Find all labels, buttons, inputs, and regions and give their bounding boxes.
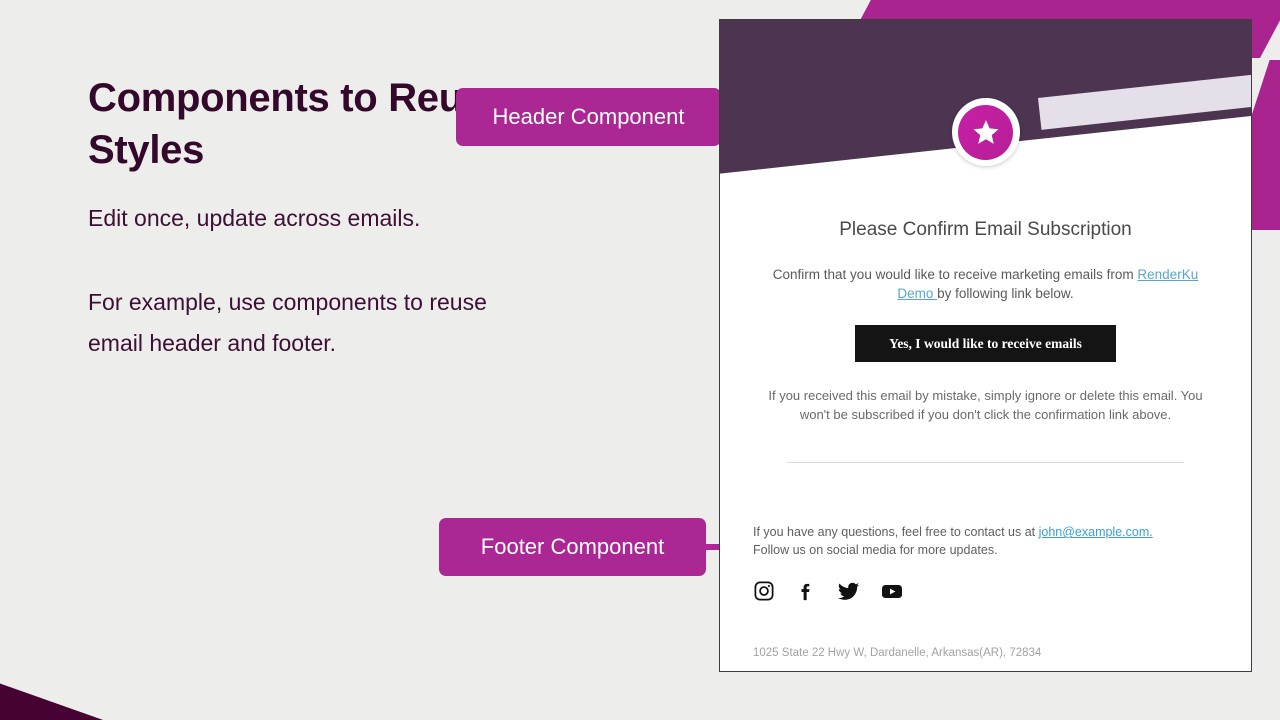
email-header-component [720,20,1251,192]
decorative-plum-band-bottom [0,556,423,720]
slide-canvas: Components to Reuse Styles Edit once, up… [0,0,1280,720]
twitter-icon[interactable] [837,580,860,603]
email-preview-card: Please Confirm Email Subscription Confir… [719,19,1252,672]
callout-footer-component: Footer Component [439,518,756,576]
youtube-icon[interactable] [880,579,904,603]
slide-body-paragraph-1: Edit once, update across emails. [88,205,421,231]
slide-body-paragraph-2: For example, use components to reuse ema… [88,289,487,356]
facebook-icon[interactable] [795,580,817,602]
footer-address: 1025 State 22 Hwy W, Dardanelle, Arkansa… [753,647,1042,660]
callout-footer-box: Footer Component [439,518,706,576]
page-title: Components to Reuse Styles [88,76,507,172]
email-intro-prefix: Confirm that you would like to receive m… [772,266,1138,282]
email-divider [787,462,1184,464]
footer-contact-line: If you have any questions, feel free to … [753,523,1218,541]
star-badge-icon [951,98,1020,166]
email-heading: Please Confirm Email Subscription [839,219,1132,240]
email-footer-component: If you have any questions, feel free to … [720,463,1251,661]
callout-footer-label: Footer Component [480,534,665,559]
social-links-row [753,579,1218,603]
star-icon [973,120,998,144]
callout-header-label: Header Component [492,104,685,129]
email-intro-suffix: by following link below. [937,285,1074,301]
callout-header-box: Header Component [456,88,721,146]
slide-text-column: Components to Reuse Styles Edit once, up… [88,72,518,364]
instagram-icon[interactable] [753,580,775,602]
footer-contact-prefix: If you have any questions, feel free to … [753,525,1039,540]
contact-email-link[interactable]: john@example.com. [1039,525,1153,539]
logo-disc [958,104,1013,160]
footer-social-line: Follow us on social media for more updat… [753,543,998,558]
email-disclaimer-text: If you received this email by mistake, s… [768,388,1203,423]
confirm-subscription-button[interactable]: Yes, I would like to receive emails [855,324,1116,363]
email-intro-text: Confirm that you would like to receive m… [758,265,1213,303]
email-body: Please Confirm Email Subscription Confir… [720,192,1251,464]
